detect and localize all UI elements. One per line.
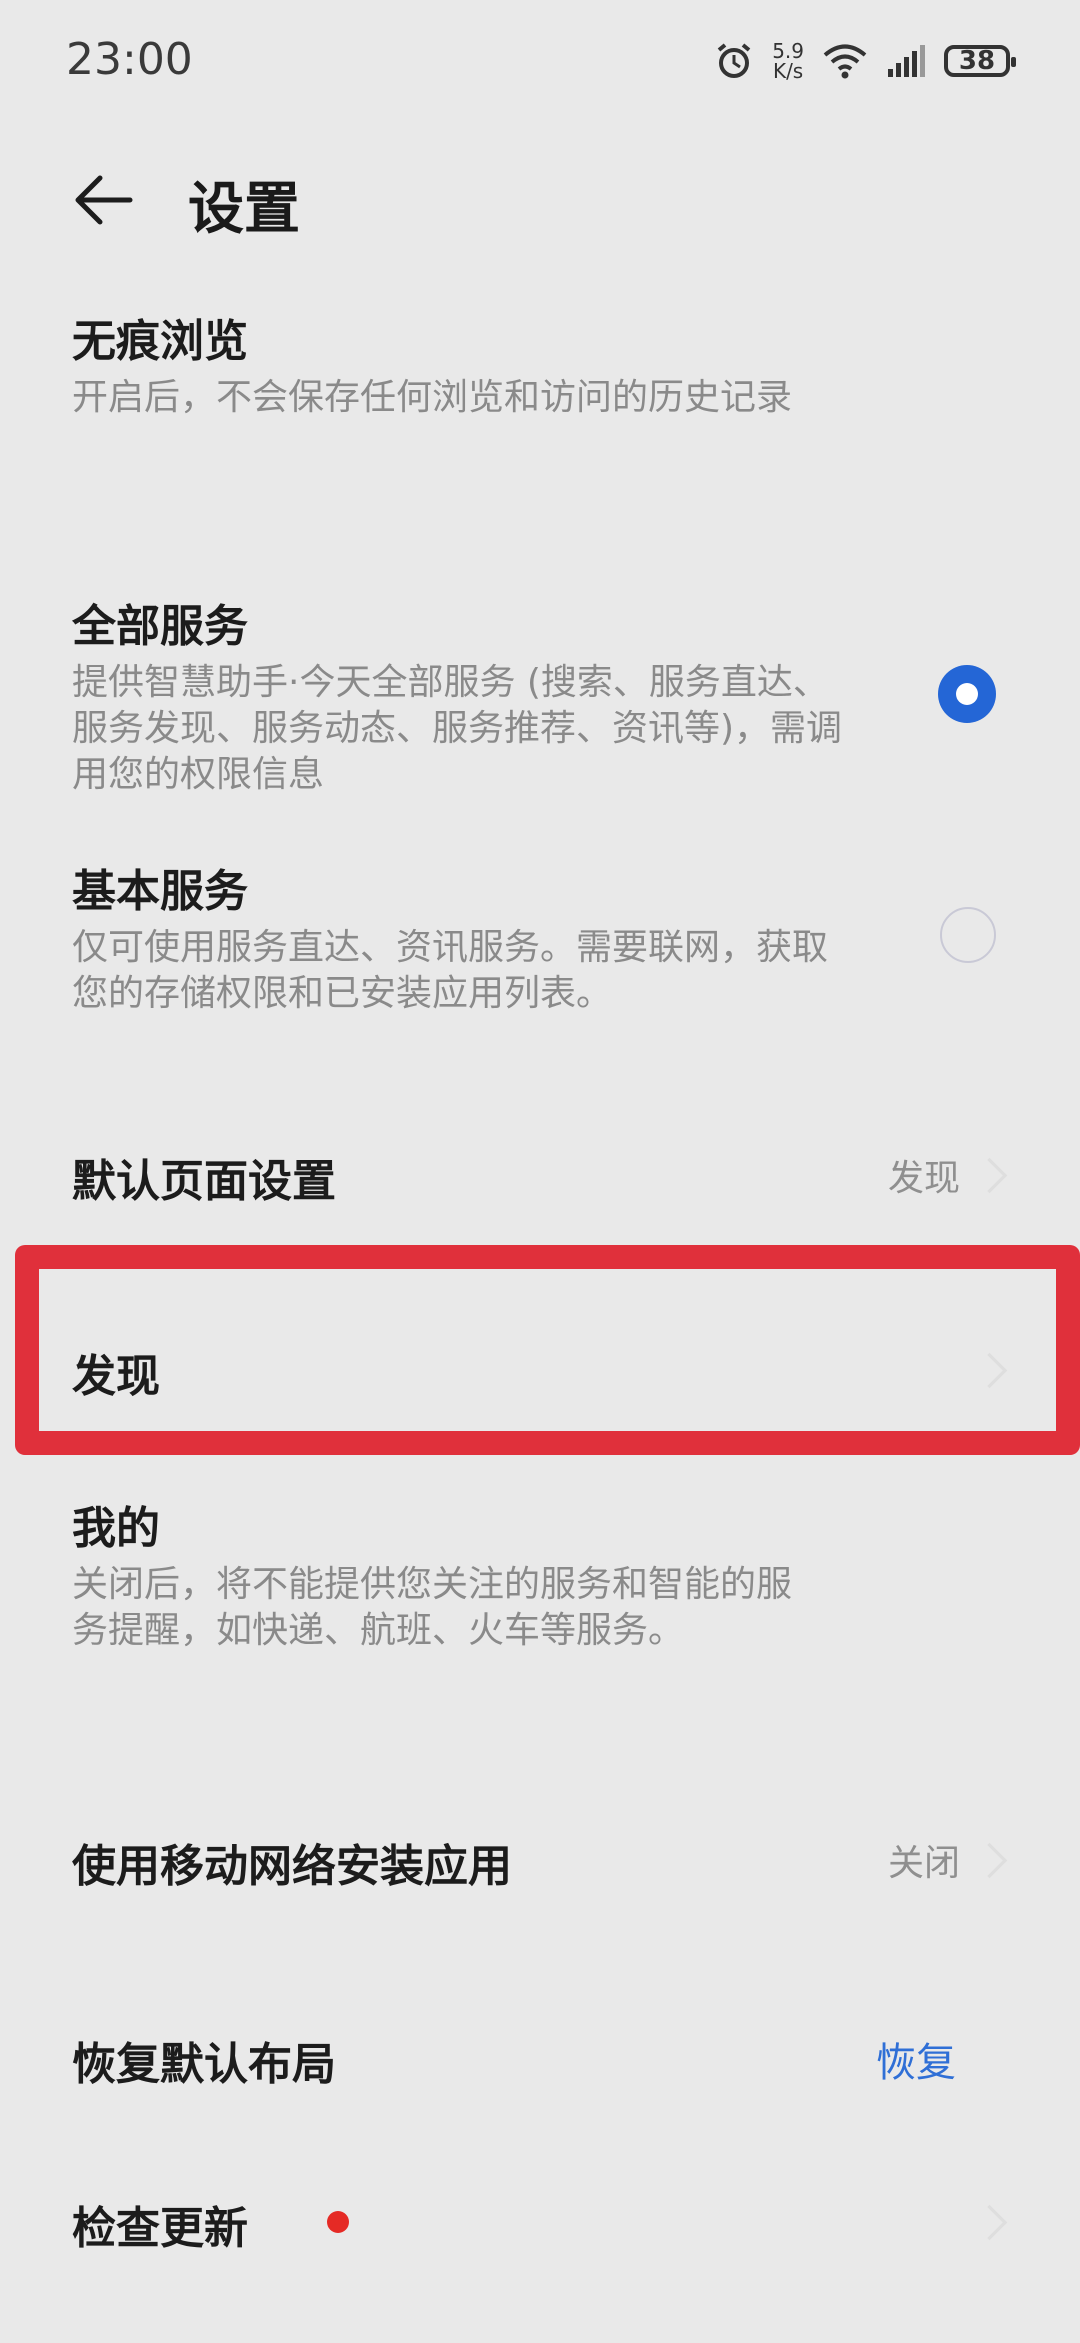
status-time: 23:00 bbox=[66, 34, 193, 85]
setting-label: 无痕浏览 bbox=[72, 316, 248, 367]
setting-value: 发现 bbox=[887, 1158, 960, 1199]
setting-mobile-install[interactable]: 使用移动网络安装应用 关闭 bbox=[0, 1830, 1080, 1892]
setting-label: 使用移动网络安装应用 bbox=[72, 1841, 512, 1892]
alarm-icon bbox=[717, 43, 751, 78]
radio-unselected[interactable] bbox=[940, 907, 996, 963]
status-icons: 5.9 K/s 38 bbox=[714, 36, 1016, 86]
setting-incognito[interactable]: 无痕浏览 开启后，不会保存任何浏览和访问的历史记录 bbox=[0, 305, 1080, 421]
highlight-box bbox=[15, 1245, 1080, 1455]
option-label: 基本服务 bbox=[72, 866, 248, 917]
setting-restore-layout: 恢复默认布局 恢复 bbox=[0, 2028, 1080, 2090]
page-header: 设置 bbox=[0, 150, 1080, 250]
setting-check-update[interactable]: 检查更新 bbox=[0, 2192, 1080, 2254]
setting-desc: 关闭后，将不能提供您关注的服务和智能的服务提醒，如快递、航班、火车等服务。 bbox=[72, 1564, 793, 1651]
setting-mine[interactable]: 我的 关闭后，将不能提供您关注的服务和智能的服务提醒，如快递、航班、火车等服务。 bbox=[0, 1492, 1080, 1654]
back-arrow-icon[interactable] bbox=[70, 165, 140, 235]
option-desc: 仅可使用服务直达、资讯服务。需要联网，获取您的存储权限和已安装应用列表。 bbox=[72, 927, 829, 1014]
option-basic-service[interactable]: 基本服务 仅可使用服务直达、资讯服务。需要联网，获取您的存储权限和已安装应用列表… bbox=[0, 855, 1080, 1025]
page-title: 设置 bbox=[188, 177, 300, 242]
battery-level: 38 bbox=[958, 46, 996, 76]
network-speed-unit: K/s bbox=[772, 59, 804, 83]
status-bar: 23:00 5.9 K/s 38 bbox=[0, 0, 1080, 120]
radio-selected[interactable] bbox=[938, 665, 996, 723]
setting-label: 恢复默认布局 bbox=[72, 2039, 336, 2090]
network-speed-value: 5.9 bbox=[772, 39, 804, 63]
setting-label: 检查更新 bbox=[72, 2203, 248, 2254]
wifi-icon bbox=[823, 44, 867, 79]
setting-value: 关闭 bbox=[887, 1843, 960, 1884]
setting-default-page[interactable]: 默认页面设置 发现 bbox=[0, 1145, 1080, 1207]
update-badge-dot bbox=[327, 2211, 349, 2233]
network-speed: 5.9 K/s bbox=[772, 41, 804, 81]
restore-button[interactable]: 恢复 bbox=[876, 2030, 956, 2088]
option-full-service[interactable]: 全部服务 提供智慧助手·今天全部服务 (搜索、服务直达、服务发现、服务动态、服务… bbox=[0, 590, 1080, 800]
option-desc: 提供智慧助手·今天全部服务 (搜索、服务直达、服务发现、服务动态、服务推荐、资讯… bbox=[72, 662, 843, 795]
option-label: 全部服务 bbox=[72, 601, 248, 652]
setting-label: 我的 bbox=[72, 1503, 160, 1554]
setting-desc: 开启后，不会保存任何浏览和访问的历史记录 bbox=[72, 377, 793, 418]
setting-label: 默认页面设置 bbox=[72, 1156, 336, 1207]
signal-icon bbox=[888, 45, 925, 77]
battery-icon: 38 bbox=[944, 45, 1016, 77]
